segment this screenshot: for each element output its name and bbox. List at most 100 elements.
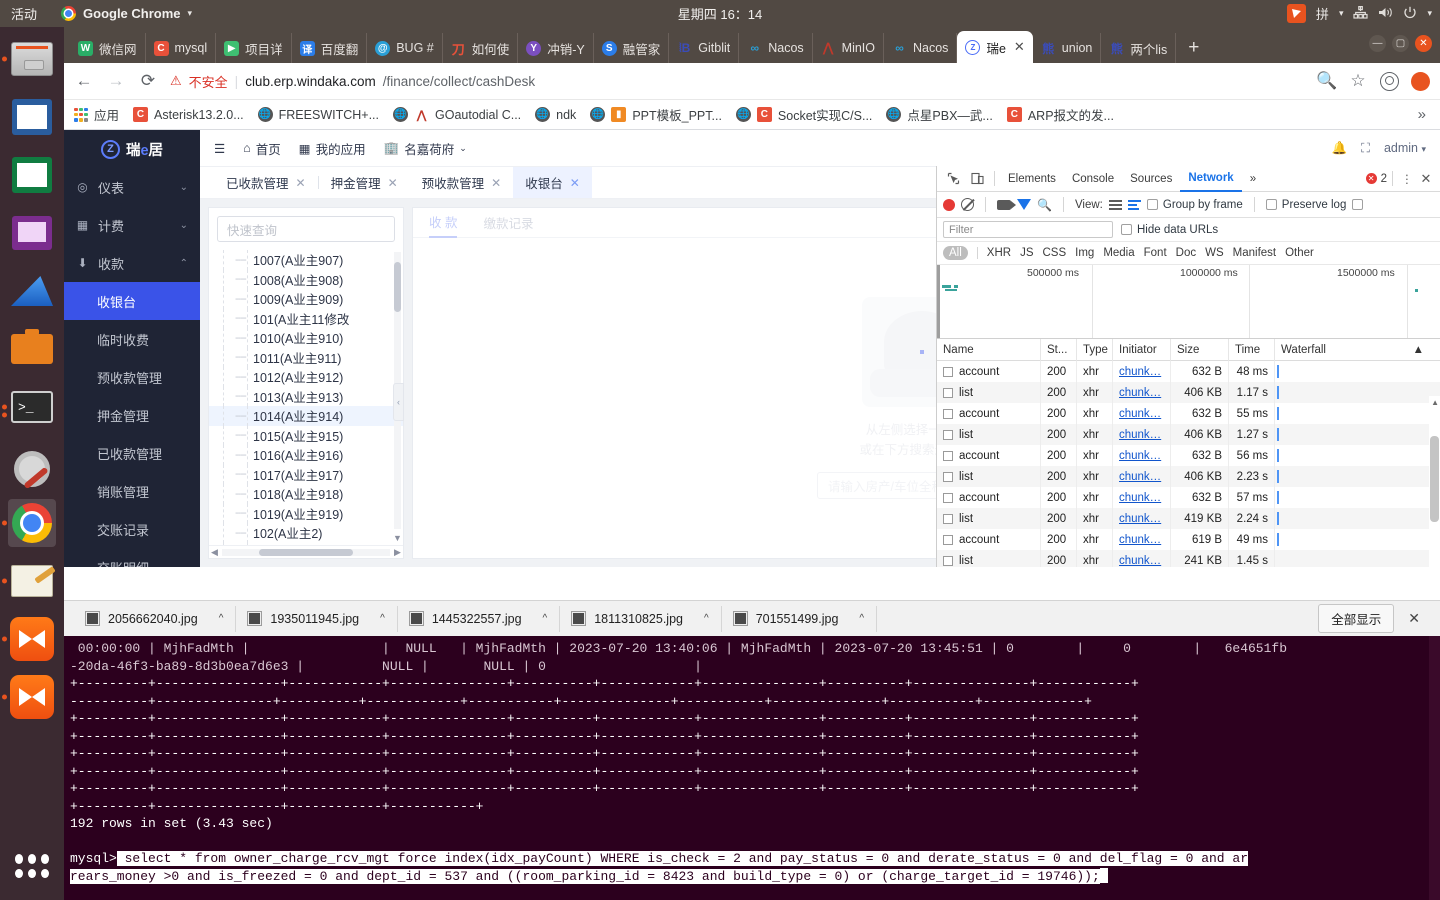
bookmark-apps[interactable]: 应用	[74, 105, 119, 124]
chevron-up-icon[interactable]: ^	[543, 613, 548, 624]
bookmark-item[interactable]: C ARP报文的发...	[1006, 105, 1114, 124]
sidebar-group-dashboard[interactable]: ◎ 仪表 ⌄	[64, 168, 200, 206]
scroll-down-arrow-icon[interactable]: ▼	[393, 533, 402, 543]
bookmark-star-icon[interactable]: ☆	[1348, 71, 1368, 91]
bookmark-item[interactable]: 🌐 点星PBX—武...	[886, 105, 993, 124]
bookmarks-overflow-button[interactable]: »	[1418, 106, 1430, 123]
network-overview-timeline[interactable]: 500000 ms 1000000 ms 1500000 ms	[937, 265, 1440, 339]
browser-tab[interactable]: Y 冲销-Y	[518, 33, 594, 63]
browser-tab[interactable]: 译百度翻	[292, 33, 368, 63]
download-item[interactable]: 701551499.jpg ^	[722, 605, 878, 632]
tree-horizontal-scrollbar[interactable]: ◀ ▶	[209, 545, 403, 558]
app-menu-chrome[interactable]: Google Chrome ▾	[61, 6, 192, 21]
type-filter-js[interactable]: JS	[1020, 247, 1033, 259]
filter-input[interactable]: Filter	[943, 221, 1113, 238]
sidebar-item-handover-records[interactable]: 交账记录	[64, 510, 200, 548]
terminal-scrollbar[interactable]	[1429, 636, 1440, 900]
tree-node[interactable]: ---- 1009(A业主909)	[209, 289, 403, 309]
scroll-right-arrow-icon[interactable]: ▶	[392, 547, 403, 558]
row-checkbox[interactable]	[943, 513, 953, 524]
sidebar-item-deposit-mgmt[interactable]: 押金管理	[64, 396, 200, 434]
devtools-tab-sources[interactable]: Sources	[1122, 166, 1180, 192]
chevron-up-icon[interactable]: ^	[859, 613, 864, 624]
bookmark-item[interactable]: 🌐 ⋀ GOautodial C...	[393, 107, 521, 122]
table-row[interactable]: account 200 xhr chunk… 632 B 55 ms	[937, 403, 1440, 424]
dock-item-media-app-1[interactable]	[2, 615, 56, 663]
row-checkbox[interactable]	[943, 408, 953, 419]
dock-item-wireshark[interactable]	[8, 267, 56, 315]
tree-node[interactable]: ----1020(A业主920)	[209, 542, 403, 545]
address-bar[interactable]: ⚠ 不安全 | club.erp.windaka.com/finance/col…	[170, 68, 1304, 94]
ime-app-icon[interactable]	[1286, 4, 1306, 23]
browser-tab[interactable]: ⦚B Gitblit	[669, 33, 740, 63]
waterfall-view-icon[interactable]	[1127, 199, 1141, 210]
type-filter-manifest[interactable]: Manifest	[1233, 247, 1276, 259]
chevron-up-icon[interactable]: ^	[704, 613, 709, 624]
quick-search-input[interactable]: 快速查询	[217, 216, 395, 242]
devtools-tab-elements[interactable]: Elements	[1000, 166, 1064, 192]
room-tree-list[interactable]: ---- 1007(A业主907) ---- 1008(A业主908) ---- 10…	[209, 250, 403, 545]
user-menu[interactable]: admin ▾	[1384, 141, 1426, 155]
erp-tab-prepay-mgmt[interactable]: 预收款管理 ✕	[410, 167, 514, 198]
request-initiator[interactable]: chunk…	[1119, 429, 1161, 441]
sidebar-item-handover-details[interactable]: 交账明细	[64, 548, 200, 568]
hamburger-menu-icon[interactable]: ☰	[214, 141, 225, 156]
system-chevron-down-icon[interactable]: ▾	[1427, 8, 1432, 19]
row-checkbox[interactable]	[943, 387, 953, 398]
browser-tab[interactable]: @ BUG #	[367, 33, 443, 63]
browser-tab[interactable]: 熊 union	[1033, 33, 1102, 63]
filter-funnel-icon[interactable]	[1017, 199, 1031, 210]
devtools-tab-network[interactable]: Network	[1180, 166, 1242, 192]
close-icon[interactable]: ✕	[570, 176, 580, 190]
table-row[interactable]: list 200 xhr chunk… 406 KB 1.17 s	[937, 382, 1440, 403]
dock-item-libreoffice-impress[interactable]	[8, 209, 56, 257]
bookmark-item[interactable]: 🌐 ▮ PPT模板_PPT...	[590, 105, 722, 124]
dock-item-google-chrome[interactable]	[2, 499, 56, 547]
bookmark-item[interactable]: 🌐 C Socket实现C/S...	[735, 105, 872, 124]
type-filter-font[interactable]: Font	[1144, 247, 1167, 259]
type-filter-all[interactable]: All	[943, 246, 968, 260]
bookmark-item[interactable]: 🌐 FREESWITCH+...	[257, 107, 379, 122]
request-initiator[interactable]: chunk…	[1119, 513, 1161, 525]
browser-tab[interactable]: ⋀ MinIO	[813, 33, 884, 63]
row-checkbox[interactable]	[943, 450, 953, 461]
browser-tab[interactable]: 熊两个lis	[1101, 33, 1177, 63]
download-item[interactable]: 1445322557.jpg ^	[398, 605, 561, 632]
clear-network-icon[interactable]	[961, 198, 974, 211]
type-filter-ws[interactable]: WS	[1205, 247, 1224, 259]
sidebar-item-temp-charge[interactable]: 临时收费	[64, 320, 200, 358]
browser-tab[interactable]: ▶ 项目详	[216, 33, 292, 63]
table-row[interactable]: list 200 xhr chunk… 406 KB 2.23 s	[937, 466, 1440, 487]
tree-node[interactable]: ---- 1011(A业主911)	[209, 347, 403, 367]
show-applications-button[interactable]	[8, 842, 56, 890]
sidebar-item-writeoff-mgmt[interactable]: 销账管理	[64, 472, 200, 510]
browser-tab[interactable]: W 微信网	[70, 33, 146, 63]
close-window-button[interactable]: ✕	[1415, 35, 1432, 52]
profile-avatar-icon[interactable]	[1380, 71, 1399, 91]
network-table-scrollbar[interactable]	[1429, 396, 1440, 567]
search-icon[interactable]: 🔍	[1037, 198, 1052, 212]
erp-tab-cashdesk[interactable]: 收银台 ✕	[513, 167, 592, 198]
tree-node[interactable]: ---- 1010(A业主910)	[209, 328, 403, 348]
show-all-downloads-button[interactable]: 全部显示	[1318, 604, 1395, 633]
chevron-up-icon[interactable]: ^	[219, 613, 224, 624]
row-checkbox[interactable]	[943, 366, 953, 377]
dock-item-libreoffice-calc[interactable]	[8, 151, 56, 199]
table-row[interactable]: list 200 xhr chunk… 406 KB 1.27 s	[937, 424, 1440, 445]
sidebar-item-received-mgmt[interactable]: 已收款管理	[64, 434, 200, 472]
dock-item-media-app-2[interactable]	[2, 673, 56, 721]
row-checkbox[interactable]	[943, 471, 953, 482]
ime-label[interactable]: 拼	[1316, 4, 1329, 23]
forward-arrow-icon[interactable]: →	[106, 71, 126, 91]
tree-node[interactable]: ---- 1015(A业主915)	[209, 425, 403, 445]
dock-item-settings[interactable]	[8, 441, 56, 489]
close-icon[interactable]: ✕	[296, 176, 306, 190]
download-item[interactable]: 1935011945.jpg ^	[236, 605, 398, 632]
download-item[interactable]: 1811310825.jpg ^	[560, 605, 722, 632]
hide-data-urls-checkbox[interactable]: Hide data URLs	[1121, 224, 1218, 236]
reload-icon[interactable]: ⟳	[138, 71, 158, 91]
browser-tab[interactable]: S 融管家	[594, 33, 670, 63]
tree-node[interactable]: ---- 1012(A业主912)	[209, 367, 403, 387]
request-initiator[interactable]: chunk…	[1119, 492, 1161, 504]
request-initiator[interactable]: chunk…	[1119, 450, 1161, 462]
